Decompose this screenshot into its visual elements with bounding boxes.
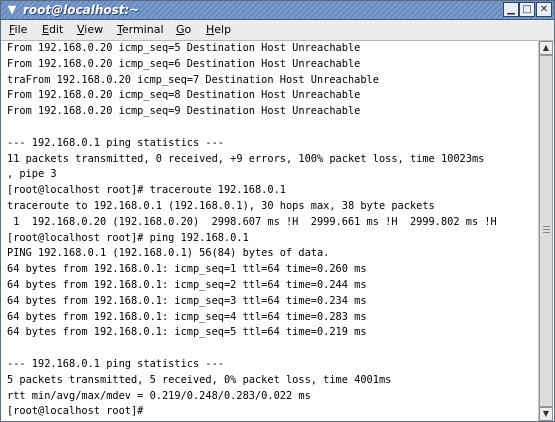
terminal-line: From 192.168.0.20 icmp_seq=8 Destination… xyxy=(7,89,361,102)
menu-help[interactable]: Help xyxy=(206,23,231,36)
terminal-line: --- 192.168.0.1 ping statistics --- xyxy=(7,136,224,149)
terminal-line: 64 bytes from 192.168.0.1: icmp_seq=1 tt… xyxy=(7,263,367,276)
terminal-output[interactable]: From 192.168.0.20 icmp_seq=5 Destination… xyxy=(7,41,537,419)
menu-edit[interactable]: Edit xyxy=(42,23,63,36)
maximize-button[interactable]: □ xyxy=(519,2,535,17)
terminal-line: --- 192.168.0.1 ping statistics --- xyxy=(7,357,224,370)
scrollbar-thumb[interactable] xyxy=(539,55,553,407)
chevron-down-icon[interactable]: ▼ xyxy=(4,2,20,17)
close-icon: ✕ xyxy=(539,4,549,15)
terminal-window: ▼ root@localhost:~ ▁ □ ✕ File Edit View … xyxy=(0,0,555,422)
terminal-line: rtt min/avg/max/mdev = 0.219/0.248/0.283… xyxy=(7,389,311,402)
terminal-line: 11 packets transmitted, 0 received, +9 e… xyxy=(7,152,485,165)
arrow-down-icon[interactable]: ▼ xyxy=(539,407,553,421)
vertical-scrollbar[interactable]: ▲ ▼ xyxy=(538,41,553,421)
grip-line xyxy=(543,226,550,227)
terminal-line: 64 bytes from 192.168.0.1: icmp_seq=3 tt… xyxy=(7,294,367,307)
terminal-line: traceroute to 192.168.0.1 (192.168.0.1),… xyxy=(7,199,435,212)
terminal-line: traFrom 192.168.0.20 icmp_seq=7 Destinat… xyxy=(7,73,379,86)
grip-line xyxy=(543,232,550,233)
terminal-line: 64 bytes from 192.168.0.1: icmp_seq=2 tt… xyxy=(7,278,367,291)
terminal-line: 64 bytes from 192.168.0.1: icmp_seq=5 tt… xyxy=(7,326,367,339)
grip-line xyxy=(543,229,550,230)
terminal-line: From 192.168.0.20 icmp_seq=9 Destination… xyxy=(7,105,361,118)
terminal-line: [root@localhost root]# xyxy=(7,405,150,418)
menu-file[interactable]: File xyxy=(9,23,27,36)
terminal-line: PING 192.168.0.1 (192.168.0.1) 56(84) by… xyxy=(7,247,330,260)
terminal-line: From 192.168.0.20 icmp_seq=6 Destination… xyxy=(7,57,361,70)
terminal-line: 5 packets transmitted, 5 received, 0% pa… xyxy=(7,373,392,386)
minimize-icon: ▁ xyxy=(507,4,515,15)
menu-view[interactable]: View xyxy=(77,23,103,36)
terminal-line: [root@localhost root]# ping 192.168.0.1 xyxy=(7,231,249,244)
terminal-line: 1 192.168.0.20 (192.168.0.20) 2998.607 m… xyxy=(7,215,497,228)
minimize-button[interactable]: ▁ xyxy=(503,2,519,17)
maximize-icon: □ xyxy=(522,4,532,15)
menu-bar: File Edit View Terminal Go Help xyxy=(1,20,554,41)
close-button[interactable]: ✕ xyxy=(536,2,552,17)
title-bar[interactable]: ▼ root@localhost:~ ▁ □ ✕ xyxy=(1,1,554,20)
terminal-line: [root@localhost root]# traceroute 192.16… xyxy=(7,184,286,197)
terminal-line: From 192.168.0.20 icmp_seq=5 Destination… xyxy=(7,42,361,54)
terminal-line: , pipe 3 xyxy=(7,168,57,181)
window-title: root@localhost:~ xyxy=(23,3,140,17)
menu-go[interactable]: Go xyxy=(176,23,191,36)
arrow-up-icon[interactable]: ▲ xyxy=(539,41,553,55)
menu-terminal[interactable]: Terminal xyxy=(117,23,164,36)
terminal-line: 64 bytes from 192.168.0.1: icmp_seq=4 tt… xyxy=(7,310,367,323)
